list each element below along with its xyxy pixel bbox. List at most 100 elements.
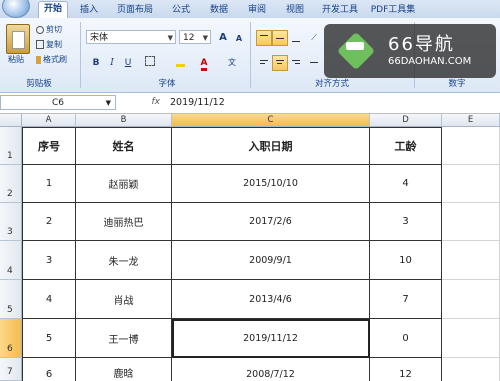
grow-font-button[interactable]: A <box>215 30 231 46</box>
align-middle-button[interactable] <box>272 30 288 46</box>
row-number: 3 <box>7 227 13 237</box>
font-group-title: 字体 <box>158 79 176 89</box>
phonetic-button[interactable]: 文 <box>224 55 240 71</box>
tab-view[interactable]: 视图 <box>282 3 308 18</box>
table-header-cell[interactable]: 工龄 <box>370 127 442 165</box>
italic-button[interactable]: I <box>104 55 120 71</box>
tab-home[interactable]: 开始 <box>38 1 68 19</box>
align-right-icon-line <box>295 63 300 64</box>
table-cell[interactable]: 5 <box>22 319 76 358</box>
align-top-button[interactable] <box>256 30 272 46</box>
row-header-4[interactable]: 4 <box>0 241 22 280</box>
table-cell[interactable]: 12 <box>370 358 442 381</box>
column-header-b[interactable]: B <box>76 114 172 127</box>
font-color-button[interactable]: A <box>196 55 212 71</box>
chevron-down-icon: ▼ <box>105 99 111 107</box>
align-center-icon-line <box>277 63 282 64</box>
bold-button[interactable]: B <box>88 55 104 71</box>
borders-button[interactable] <box>142 55 158 71</box>
tab-data[interactable]: 数据 <box>206 3 232 18</box>
table-cell[interactable]: 2015/10/10 <box>172 165 370 203</box>
formula-bar: C6 ▼ fx 2019/11/12 <box>0 93 500 114</box>
column-header-e[interactable]: E <box>442 114 500 127</box>
tab-developer[interactable]: 开发工具 <box>318 3 362 18</box>
office-button-icon[interactable] <box>2 0 30 18</box>
align-left-icon-line <box>260 63 265 64</box>
table-cell[interactable]: 10 <box>370 241 442 280</box>
table-cell[interactable]: 7 <box>370 280 442 319</box>
format-painter-button[interactable]: 格式刷 <box>36 54 67 66</box>
row-header-5[interactable]: 5 <box>0 280 22 319</box>
table-cell[interactable]: 4 <box>22 280 76 319</box>
table-cell[interactable]: 2017/2/6 <box>172 203 370 241</box>
paste-button[interactable]: 粘贴 <box>8 54 24 66</box>
empty-cell[interactable] <box>442 319 500 358</box>
column-header-c[interactable]: C <box>172 114 370 127</box>
logo-subtitle: 66DAOHAN.COM <box>388 56 472 67</box>
indent-button[interactable] <box>306 55 322 71</box>
logo-mark-icon <box>336 31 376 71</box>
table-cell[interactable]: 2009/9/1 <box>172 241 370 280</box>
align-top-icon <box>260 35 268 36</box>
font-name-select[interactable]: 宋体 ▼ <box>86 30 176 44</box>
table-cell[interactable]: 1 <box>22 165 76 203</box>
table-header-cell[interactable]: 入职日期 <box>172 127 370 165</box>
empty-cell[interactable] <box>442 358 500 381</box>
empty-cell[interactable] <box>442 127 500 165</box>
row-header-3[interactable]: 3 <box>0 203 22 241</box>
table-cell[interactable]: 2008/7/12 <box>172 358 370 381</box>
scissors-icon <box>36 25 44 34</box>
table-cell[interactable]: 2013/4/6 <box>172 280 370 319</box>
align-center-button[interactable] <box>272 55 288 71</box>
row-header-6[interactable]: 6 <box>0 319 22 358</box>
copy-button[interactable]: 复制 <box>36 39 62 51</box>
table-cell[interactable]: 王一博 <box>76 319 172 358</box>
table-cell[interactable]: 3 <box>370 203 442 241</box>
fill-color-button[interactable] <box>172 55 188 71</box>
formula-input[interactable]: 2019/11/12 <box>170 95 225 110</box>
tab-insert[interactable]: 插入 <box>76 3 102 18</box>
cut-label: 剪切 <box>46 25 62 34</box>
orientation-icon: ⟋ <box>311 33 317 42</box>
tab-pdf-tools[interactable]: PDF工具集 <box>368 3 418 18</box>
underline-button[interactable]: U <box>120 55 136 71</box>
table-cell[interactable]: 3 <box>22 241 76 280</box>
font-size-select[interactable]: 12 ▼ <box>179 30 211 44</box>
insert-function-button[interactable]: fx <box>118 95 166 110</box>
table-cell[interactable]: 迪丽热巴 <box>76 203 172 241</box>
shrink-font-button[interactable]: A <box>231 31 247 47</box>
table-cell[interactable]: 2 <box>22 203 76 241</box>
select-all-corner[interactable] <box>0 114 22 127</box>
table-cell[interactable]: 赵丽颖 <box>76 165 172 203</box>
table-header-cell[interactable]: 序号 <box>22 127 76 165</box>
table-cell[interactable]: 朱一龙 <box>76 241 172 280</box>
empty-cell[interactable] <box>442 280 500 319</box>
cut-button[interactable]: 剪切 <box>36 24 62 36</box>
tab-formulas[interactable]: 公式 <box>168 3 194 18</box>
empty-cell[interactable] <box>442 165 500 203</box>
tab-review[interactable]: 审阅 <box>244 3 270 18</box>
table-cell[interactable]: 鹿晗 <box>76 358 172 381</box>
table-header-cell[interactable]: 姓名 <box>76 127 172 165</box>
paste-icon[interactable] <box>6 24 30 54</box>
column-header-d[interactable]: D <box>370 114 442 127</box>
align-bottom-button[interactable] <box>288 30 304 46</box>
table-cell[interactable]: 6 <box>22 358 76 381</box>
column-header-a[interactable]: A <box>22 114 76 127</box>
table-cell[interactable]: 0 <box>370 319 442 358</box>
row-number: 4 <box>7 266 13 276</box>
table-cell[interactable]: 肖战 <box>76 280 172 319</box>
ribbon-tab-bar: 开始 插入 页面布局 公式 数据 审阅 视图 开发工具 PDF工具集 <box>0 0 500 19</box>
orientation-button[interactable]: ⟋ <box>306 30 322 46</box>
row-header-7[interactable]: 7 <box>0 358 22 381</box>
tab-page-layout[interactable]: 页面布局 <box>112 3 158 18</box>
row-header-2[interactable]: 2 <box>0 165 22 203</box>
table-cell[interactable]: 4 <box>370 165 442 203</box>
empty-cell[interactable] <box>442 203 500 241</box>
empty-cell[interactable] <box>442 241 500 280</box>
align-right-button[interactable] <box>288 55 304 71</box>
name-box[interactable]: C6 ▼ <box>0 95 116 110</box>
align-left-button[interactable] <box>256 55 272 71</box>
active-cell[interactable]: 2019/11/12 <box>172 319 370 358</box>
row-header-1[interactable]: 1 <box>0 127 22 165</box>
